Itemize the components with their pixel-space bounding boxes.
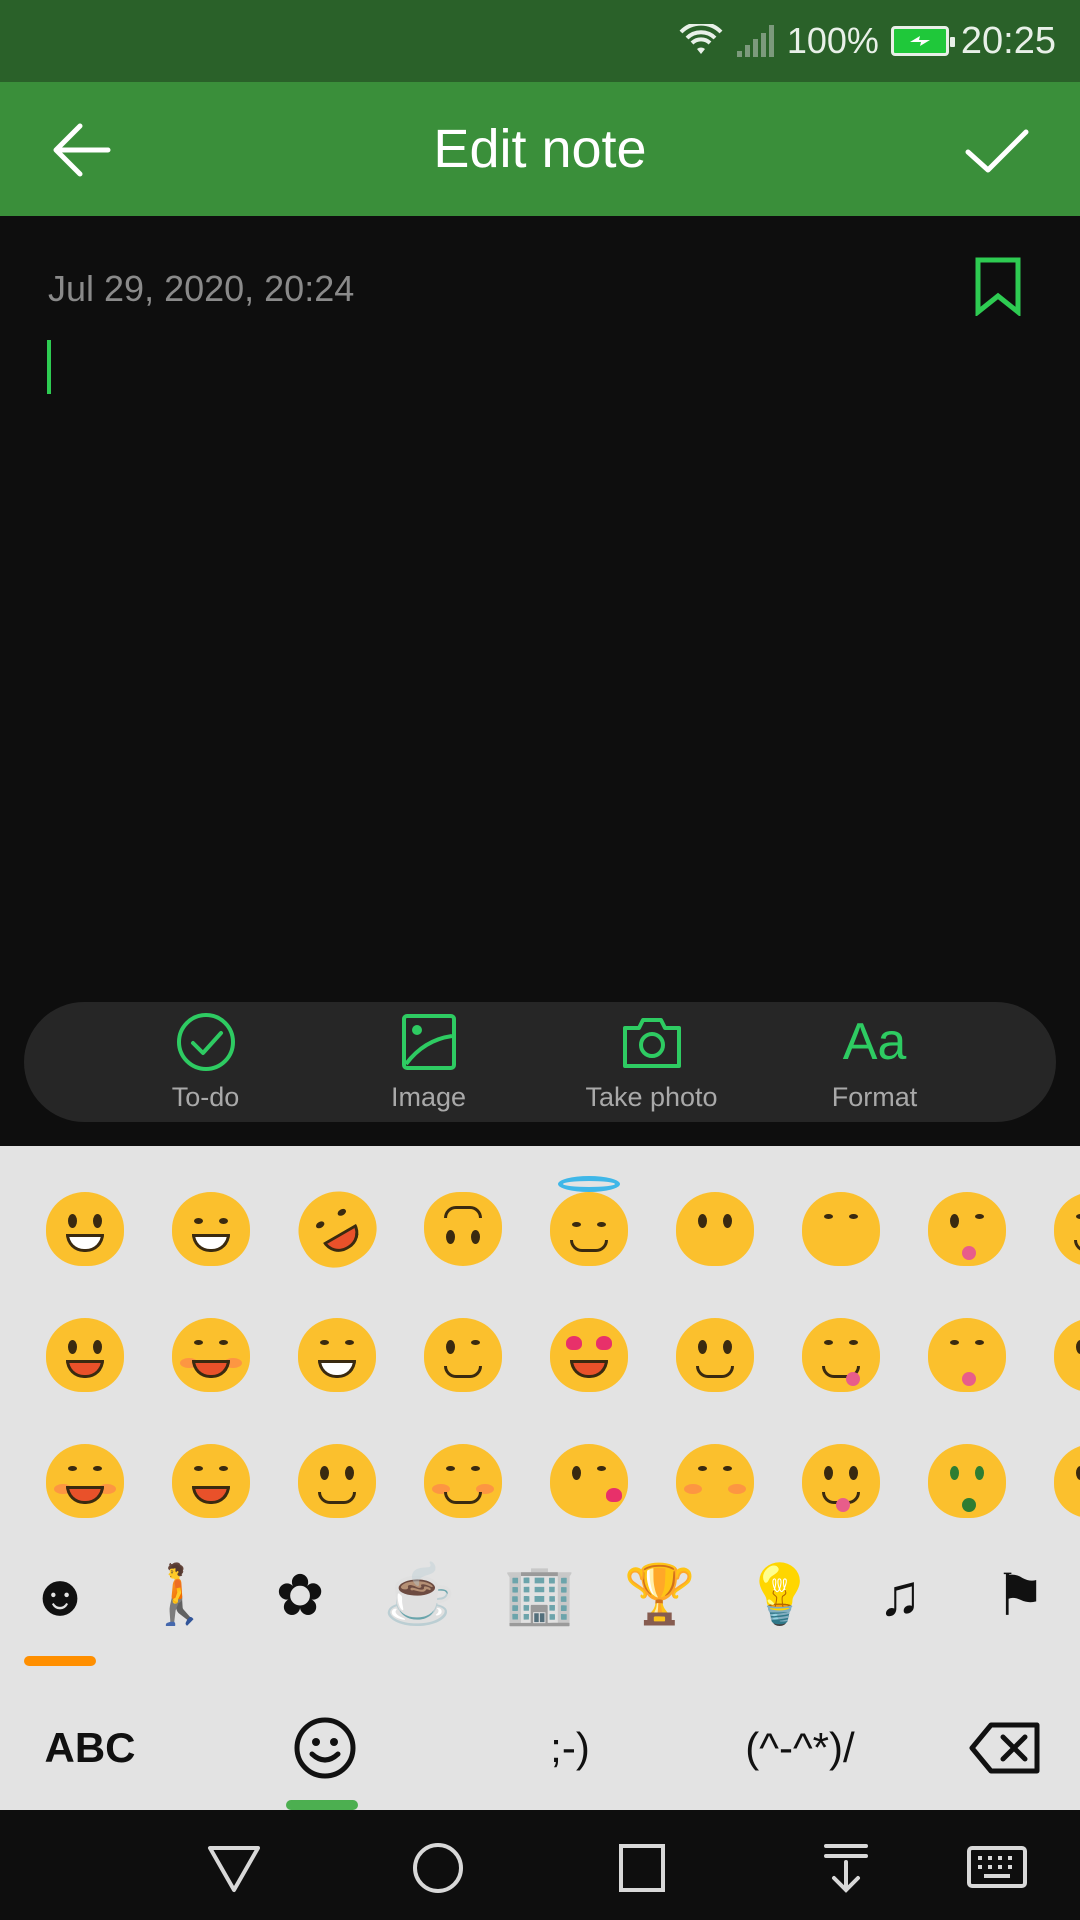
emoticon-key[interactable]: ;-) (470, 1686, 670, 1810)
emoji-kissing-smiling-eyes[interactable] (778, 1166, 904, 1292)
symbols-icon[interactable]: ♫ (840, 1550, 960, 1640)
page-title: Edit note (433, 119, 647, 179)
emoji-squinting-tongue[interactable] (904, 1292, 1030, 1418)
emoji-tears-of-joy[interactable] (274, 1292, 400, 1418)
status-bar: 100% 20:25 (0, 0, 1080, 82)
battery-percent: 100% (786, 20, 879, 61)
emoji-upside-down[interactable] (400, 1166, 526, 1292)
text-cursor (47, 340, 51, 394)
signal-icon (736, 25, 774, 57)
note-editor[interactable]: Jul 29, 2020, 20:24 To-do Image Take pho… (0, 216, 1080, 1146)
emoji-row (22, 1166, 1080, 1292)
emoji-kissing-heart[interactable] (526, 1418, 652, 1544)
emoji-heart-eyes[interactable] (526, 1292, 652, 1418)
emoji-savoring-food[interactable] (778, 1292, 904, 1418)
emoji-winking[interactable] (400, 1292, 526, 1418)
format-button[interactable]: Aa Format (775, 1002, 975, 1122)
emoji-keyboard: ☻ 🚶 ✿ ☕ 🏢 🏆 💡 ♫ ⚑ ABC ;-) (^-^*)/ (0, 1146, 1080, 1810)
todo-button[interactable]: To-do (106, 1002, 306, 1122)
backspace-icon (969, 1722, 1040, 1774)
emoji-smiley-icon (294, 1717, 356, 1779)
image-icon (401, 1013, 456, 1070)
active-mode-indicator (286, 1800, 358, 1810)
battery-charging-icon (890, 26, 955, 56)
emoji-kissing[interactable] (652, 1166, 778, 1292)
keyboard-mode-row: ABC ;-) (^-^*)/ (0, 1686, 1080, 1810)
format-label: Format (831, 1081, 918, 1112)
take-photo-button[interactable]: Take photo (552, 1002, 752, 1122)
active-category-indicator (24, 1656, 96, 1666)
keyboard-icon[interactable] (966, 1840, 1028, 1896)
travel-icon[interactable]: 🏢 (480, 1550, 600, 1640)
note-date: Jul 29, 2020, 20:24 (48, 268, 355, 309)
notification-pull-icon[interactable] (816, 1840, 876, 1896)
recents-square-icon[interactable] (612, 1840, 672, 1896)
emoji-tongue-out[interactable] (778, 1418, 904, 1544)
emoji-category-bar: ☻ 🚶 ✿ ☕ 🏢 🏆 💡 ♫ ⚑ (0, 1540, 1080, 1650)
smileys-icon[interactable]: ☻ (0, 1550, 120, 1640)
emoji-smiley[interactable] (22, 1292, 148, 1418)
emoji-money-mouth[interactable] (904, 1418, 1030, 1544)
back-triangle-icon[interactable] (204, 1840, 264, 1896)
emoji-thinking[interactable] (1030, 1292, 1080, 1418)
food-icon[interactable]: ☕ (360, 1550, 480, 1640)
todo-label: To-do (171, 1081, 240, 1112)
image-label: Image (390, 1081, 467, 1112)
emoji-rolling-laughing[interactable] (274, 1166, 400, 1292)
emoji-kissing-closed-eyes[interactable] (652, 1418, 778, 1544)
backspace-key[interactable] (930, 1686, 1080, 1810)
emoji-mode-key[interactable] (180, 1686, 470, 1810)
emoji-slight-smile[interactable] (274, 1418, 400, 1544)
bookmark-icon[interactable] (974, 256, 1022, 316)
emoji-grid (22, 1166, 1080, 1544)
note-toolbar: To-do Image Take photo Aa Format (24, 1002, 1056, 1122)
image-button[interactable]: Image (329, 1002, 529, 1122)
emoji-row (22, 1418, 1080, 1544)
emoji-beaming[interactable] (148, 1166, 274, 1292)
take-photo-label: Take photo (585, 1081, 718, 1112)
status-time: 20:25 (960, 19, 1056, 62)
format-icon: Aa (842, 1012, 907, 1071)
app-bar: Edit note (0, 82, 1080, 216)
emoji-winking-tongue[interactable] (904, 1166, 1030, 1292)
flags-icon[interactable]: ⚑ (960, 1550, 1080, 1640)
todo-check-icon (176, 1012, 235, 1071)
emoji-squinting-laugh[interactable] (148, 1292, 274, 1418)
system-nav-bar (0, 1810, 1080, 1920)
screen: 100% 20:25 Edit note Jul 29, 2020, 20:24 (0, 0, 1080, 1920)
check-icon[interactable] (960, 114, 1032, 186)
emoji-row (22, 1292, 1080, 1418)
emoji-hugging[interactable] (1030, 1166, 1080, 1292)
status-bar-right: 100% 20:25 (679, 12, 1056, 70)
wifi-icon (679, 24, 723, 54)
emoji-halo[interactable] (526, 1166, 652, 1292)
objects-icon[interactable]: 💡 (720, 1550, 840, 1640)
emoji-slightly-smiling[interactable] (652, 1292, 778, 1418)
emoji-zipper-mouth[interactable] (1030, 1418, 1080, 1544)
emoji-smile-blush[interactable] (22, 1418, 148, 1544)
activity-icon[interactable]: 🏆 (600, 1550, 720, 1640)
camera-icon (622, 1017, 681, 1068)
emoji-grinning[interactable] (22, 1166, 148, 1292)
nature-icon[interactable]: ✿ (240, 1550, 360, 1640)
kaomoji-key[interactable]: (^-^*)/ (670, 1686, 930, 1810)
abc-key[interactable]: ABC (0, 1686, 180, 1810)
emoji-blush[interactable] (400, 1418, 526, 1544)
people-icon[interactable]: 🚶 (120, 1550, 240, 1640)
home-circle-icon[interactable] (408, 1840, 468, 1896)
emoji-sweat-smile[interactable] (148, 1418, 274, 1544)
